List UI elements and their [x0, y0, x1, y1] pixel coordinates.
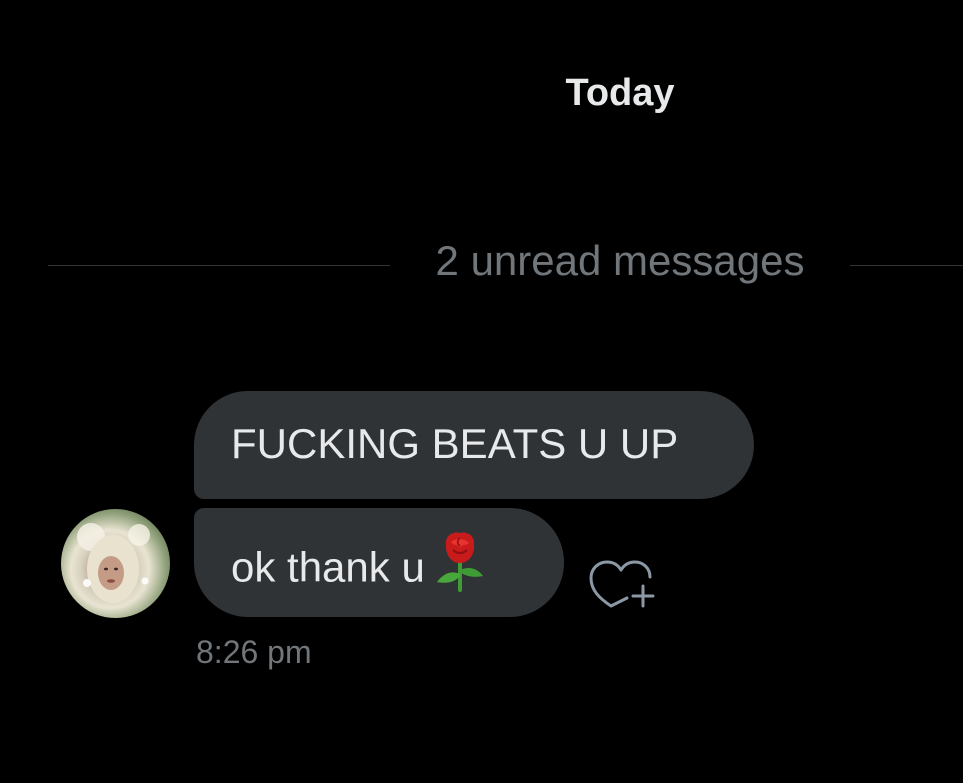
message-bubble[interactable]: ok thank u: [194, 508, 564, 617]
message-text: FUCKING BEATS U UP: [231, 420, 679, 467]
divider-line-left: [48, 265, 390, 266]
rose-icon: [433, 530, 487, 603]
divider-line-right: [850, 265, 963, 266]
date-header-label: Today: [565, 72, 675, 114]
avatar-image: [77, 523, 150, 603]
unread-divider-label: 2 unread messages: [435, 237, 805, 284]
heart-plus-icon[interactable]: [587, 550, 659, 614]
date-header: Today: [0, 70, 963, 116]
message-bubble[interactable]: FUCKING BEATS U UP: [194, 391, 754, 499]
message-timestamp: 8:26 pm: [196, 634, 312, 670]
avatar[interactable]: [61, 509, 170, 618]
message-text-wrap: ok thank u: [231, 532, 487, 603]
message-text: ok thank u: [231, 543, 425, 591]
